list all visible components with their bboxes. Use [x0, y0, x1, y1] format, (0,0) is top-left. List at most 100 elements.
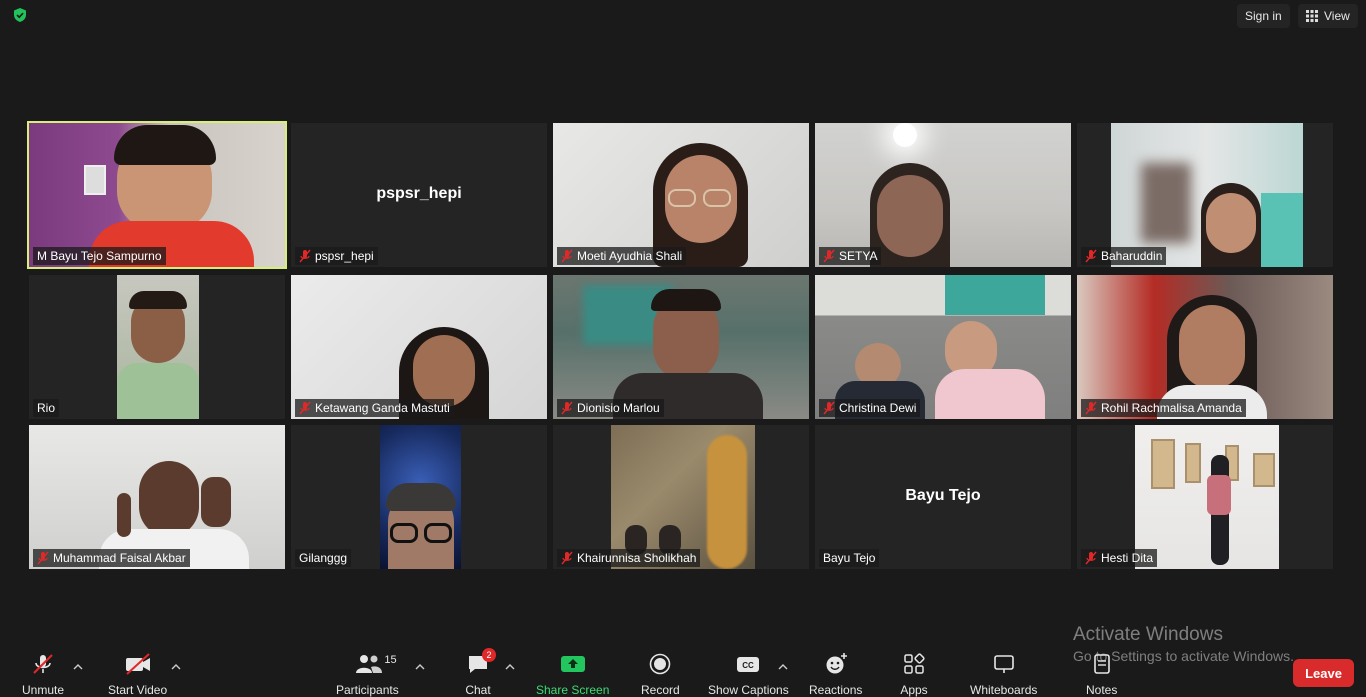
share-screen-button[interactable]: Share Screen — [536, 650, 609, 697]
participant-name-label: Hesti Dita — [1081, 549, 1158, 567]
participants-button[interactable]: 15 Participants — [336, 650, 399, 697]
video-tile[interactable]: Muhammad Faisal Akbar — [29, 425, 285, 569]
participant-name-label: Bayu Tejo — [819, 549, 880, 567]
participants-label: Participants — [336, 683, 399, 697]
video-tile[interactable]: M Bayu Tejo Sampurno — [27, 121, 287, 269]
reactions-label: Reactions — [809, 683, 863, 697]
video-tile[interactable]: Dionisio Marlou — [553, 275, 809, 419]
participant-name: SETYA — [839, 249, 878, 263]
unmute-label: Unmute — [22, 683, 65, 697]
participant-name: M Bayu Tejo Sampurno — [37, 249, 162, 263]
participant-video — [29, 425, 285, 569]
mic-muted-icon — [1085, 401, 1097, 415]
meeting-toolbar: Unmute Start Video 15 Participants 2 Cha… — [0, 640, 1366, 697]
participant-name: Rohil Rachmalisa Amanda — [1101, 401, 1242, 415]
participant-name: Gilanggg — [299, 551, 348, 565]
participants-options-chevron-up-icon[interactable] — [415, 658, 425, 670]
show-captions-label: Show Captions — [708, 683, 789, 697]
participant-name: Rio — [37, 401, 56, 415]
video-tile[interactable]: Rio — [29, 275, 285, 419]
video-tile[interactable]: Christina Dewi — [815, 275, 1071, 419]
chat-options-chevron-up-icon[interactable] — [505, 658, 515, 670]
participants-icon: 15 — [337, 650, 397, 678]
share-screen-icon — [559, 650, 587, 678]
participant-video — [1077, 275, 1333, 419]
video-tile[interactable]: pspsr_hepi pspsr_hepi — [291, 123, 547, 267]
participant-video — [291, 275, 547, 419]
video-tile[interactable]: Moeti Ayudhia Shali — [553, 123, 809, 267]
audio-options-chevron-up-icon[interactable] — [73, 658, 83, 670]
reactions-button[interactable]: Reactions — [809, 650, 862, 697]
leave-label: Leave — [1305, 665, 1342, 681]
svg-text:CC: CC — [743, 661, 755, 670]
video-tile[interactable]: SETYA — [815, 123, 1071, 267]
video-options-chevron-up-icon[interactable] — [171, 658, 181, 670]
video-tile[interactable]: Hesti Dita — [1077, 425, 1333, 569]
participant-name-label: Rohil Rachmalisa Amanda — [1081, 399, 1246, 417]
whiteboards-button[interactable]: Whiteboards — [970, 650, 1037, 697]
participant-video — [553, 123, 809, 267]
captions-options-chevron-up-icon[interactable] — [778, 658, 788, 670]
chat-label: Chat — [465, 683, 491, 697]
record-icon — [646, 650, 674, 678]
participant-name: Moeti Ayudhia Shali — [577, 249, 683, 263]
mic-muted-icon — [561, 401, 573, 415]
participant-name-label: Dionisio Marlou — [557, 399, 664, 417]
mic-muted-icon — [823, 249, 835, 263]
video-tile[interactable]: Gilanggg — [291, 425, 547, 569]
video-tile[interactable]: Bayu Tejo Bayu Tejo — [815, 425, 1071, 569]
participant-name-label: Gilanggg — [295, 549, 352, 567]
unmute-button[interactable]: Unmute — [22, 650, 64, 697]
start-video-label: Start Video — [108, 683, 168, 697]
participant-video — [611, 425, 755, 569]
participant-name-label: Baharuddin — [1081, 247, 1167, 265]
chat-unread-badge: 2 — [482, 648, 496, 662]
leave-button[interactable]: Leave — [1293, 659, 1354, 687]
grid-view-icon — [1306, 10, 1318, 22]
mic-muted-icon — [299, 249, 311, 263]
participant-name-label: M Bayu Tejo Sampurno — [33, 247, 166, 265]
participant-name: Baharuddin — [1101, 249, 1163, 263]
chat-button[interactable]: 2 Chat — [464, 648, 496, 697]
apps-icon — [900, 650, 928, 678]
participants-count: 15 — [384, 654, 397, 666]
view-label: View — [1324, 9, 1350, 23]
participant-display-name: pspsr_hepi — [376, 185, 462, 202]
record-button[interactable]: Record — [641, 650, 680, 697]
participant-name-label: Muhammad Faisal Akbar — [33, 549, 190, 567]
participant-name: Ketawang Ganda Mastuti — [315, 401, 450, 415]
whiteboards-label: Whiteboards — [970, 683, 1038, 697]
participant-video — [380, 425, 461, 569]
participant-name-label: pspsr_hepi — [295, 247, 378, 265]
participant-name-label: Rio — [33, 399, 60, 417]
notes-button[interactable]: Notes — [1086, 650, 1117, 697]
video-off-icon — [124, 650, 152, 678]
start-video-button[interactable]: Start Video — [108, 650, 167, 697]
notes-label: Notes — [1086, 683, 1118, 697]
apps-label: Apps — [900, 683, 928, 697]
show-captions-button[interactable]: CC Show Captions — [708, 650, 789, 697]
participant-video — [1135, 425, 1279, 569]
apps-button[interactable]: Apps — [900, 650, 928, 697]
mic-muted-icon — [561, 551, 573, 565]
video-grid: M Bayu Tejo Sampurno pspsr_hepi pspsr_he… — [27, 121, 1337, 571]
mic-muted-icon — [37, 551, 49, 565]
encryption-shield-icon[interactable] — [12, 7, 28, 23]
view-button[interactable]: View — [1298, 4, 1358, 28]
participant-video — [1111, 123, 1303, 267]
video-tile[interactable]: Baharuddin — [1077, 123, 1333, 267]
participant-name: Bayu Tejo — [823, 551, 876, 565]
participant-name: pspsr_hepi — [315, 249, 374, 263]
participant-name: Dionisio Marlou — [577, 401, 660, 415]
mic-muted-icon — [1085, 551, 1097, 565]
whiteboard-icon — [990, 650, 1018, 678]
participant-name: Hesti Dita — [1101, 551, 1154, 565]
video-tile[interactable]: Rohil Rachmalisa Amanda — [1077, 275, 1333, 419]
sign-in-button[interactable]: Sign in — [1237, 4, 1290, 28]
video-tile[interactable]: Khairunnisa Sholikhah — [553, 425, 809, 569]
chat-icon: 2 — [464, 648, 496, 678]
participant-video — [553, 275, 809, 419]
video-tile[interactable]: Ketawang Ganda Mastuti — [291, 275, 547, 419]
mic-muted-icon — [823, 401, 835, 415]
participant-name-label: Christina Dewi — [819, 399, 921, 417]
